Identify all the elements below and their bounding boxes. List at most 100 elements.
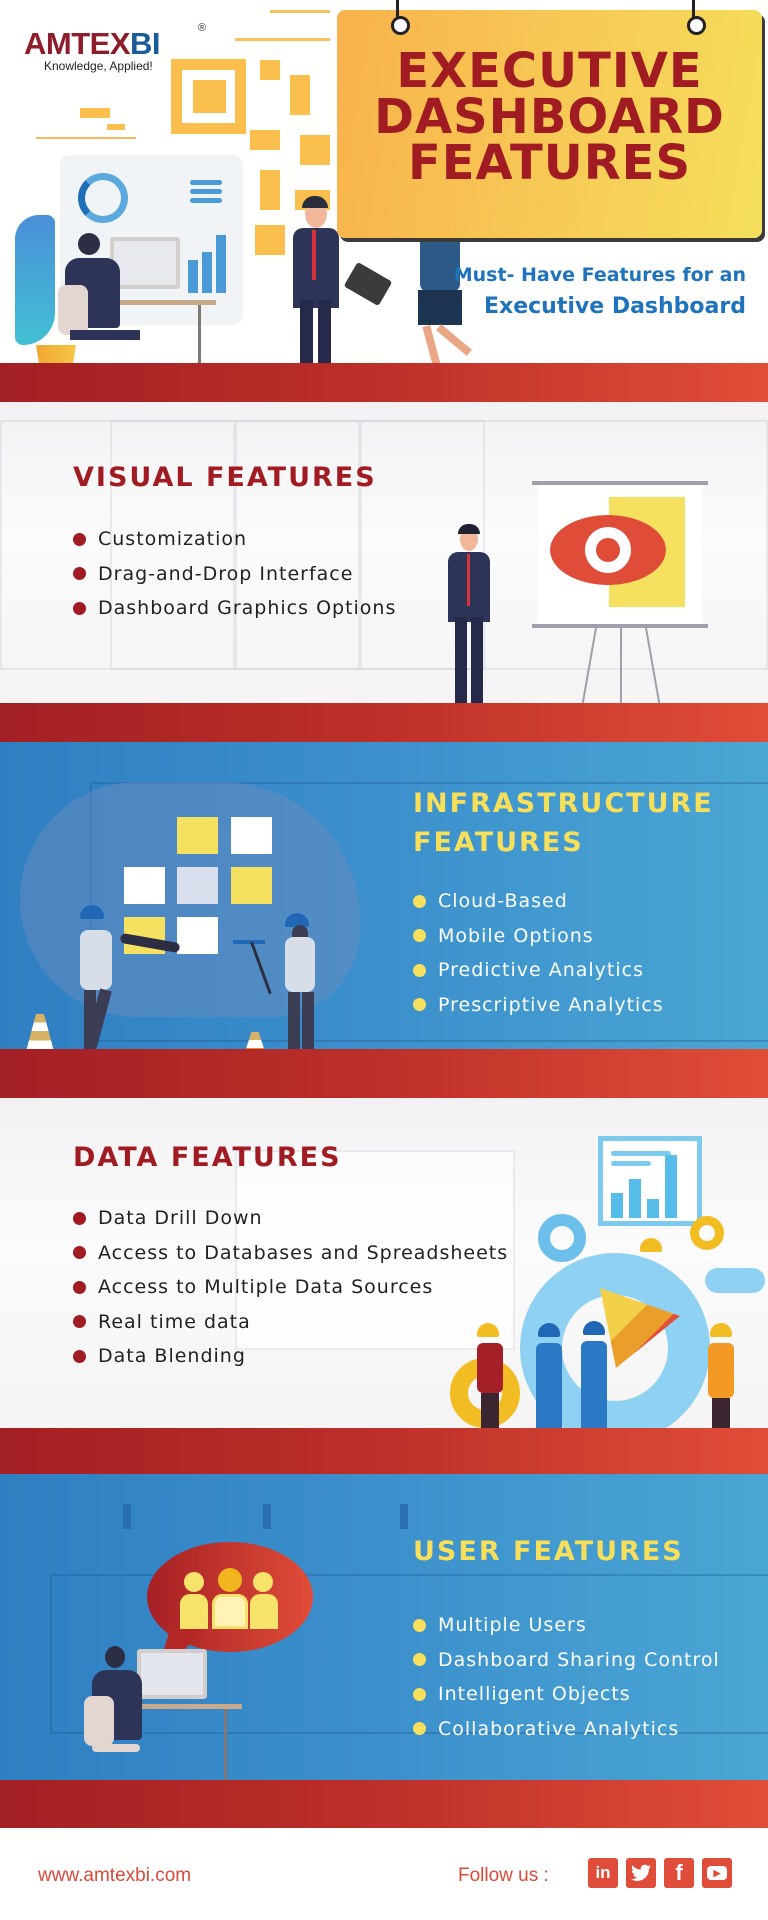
shirt <box>80 930 112 990</box>
follow-us-label: Follow us : <box>458 1865 549 1886</box>
chair-seat <box>92 1744 140 1752</box>
user-body <box>212 1594 248 1629</box>
list-item: Access to Databases and Spreadsheets <box>73 1236 508 1271</box>
cloud-icon <box>705 1268 765 1293</box>
hard-hat <box>640 1238 662 1252</box>
hard-hat <box>710 1323 732 1337</box>
pendant-lamp <box>400 1504 408 1529</box>
floor-stripe <box>0 1049 768 1098</box>
facebook-icon[interactable]: f <box>664 1858 694 1888</box>
logo-text-amtex: AMTEX <box>24 26 131 61</box>
decor-block <box>260 170 280 210</box>
decor-block <box>300 135 330 165</box>
list-item-label: Predictive Analytics <box>438 959 644 982</box>
amtexbi-logo[interactable]: AMTEXBI ® Knowledge, Applied! <box>24 22 206 73</box>
gear-icon <box>690 1216 724 1250</box>
briefcase-icon <box>343 261 393 307</box>
section-title: INFRASTRUCTURE FEATURES <box>413 784 714 862</box>
man-head <box>78 233 100 255</box>
main-title-line: EXECUTIVE <box>396 43 703 99</box>
main-title-line: DASHBOARD <box>374 89 725 145</box>
infrastructure-features-list: Cloud-Based Mobile Options Predictive An… <box>413 884 664 1022</box>
list-item-label: Access to Multiple Data Sources <box>98 1276 434 1299</box>
section-title: DATA FEATURES <box>73 1142 342 1173</box>
list-item: Collaborative Analytics <box>413 1712 720 1747</box>
bullet-dot <box>413 1653 426 1667</box>
leg <box>471 617 483 712</box>
decor-block <box>260 60 280 80</box>
list-item: Prescriptive Analytics <box>413 988 664 1023</box>
bar-chart-bar <box>188 260 198 293</box>
list-item-label: Dashboard Sharing Control <box>438 1648 720 1671</box>
website-link[interactable]: www.amtexbi.com <box>38 1865 191 1887</box>
bullet-dot <box>413 894 426 908</box>
man-legs <box>70 330 140 340</box>
pendant-lamp <box>123 1504 131 1529</box>
floor-stripe <box>0 703 768 742</box>
youtube-icon[interactable]: ▶ <box>702 1858 732 1888</box>
bullet-dot <box>73 1315 86 1329</box>
man-head <box>105 1646 125 1668</box>
list-item-label: Collaborative Analytics <box>438 1717 680 1740</box>
bar-chart-bar <box>216 235 226 293</box>
subtitle-line-1: Must- Have Features for an <box>453 264 746 286</box>
sign-hook <box>391 0 410 35</box>
decor-block <box>255 225 285 255</box>
bullet-dot <box>73 1349 86 1363</box>
sticky-note-white <box>231 817 272 854</box>
main-title: EXECUTIVE DASHBOARD FEATURES <box>337 43 762 187</box>
gear-icon <box>538 1214 586 1262</box>
visual-features-section: VISUAL FEATURES Customization Drag-and-D… <box>0 402 768 742</box>
list-item-label: Dashboard Graphics Options <box>98 597 397 620</box>
list-item: Intelligent Objects <box>413 1677 720 1712</box>
twitter-bird-glyph <box>631 1864 651 1881</box>
data-features-section: DATA FEATURES Data Drill Down Access to … <box>0 1098 768 1474</box>
chair-back <box>58 285 88 335</box>
decor-line <box>235 38 330 41</box>
decor-line <box>270 10 330 13</box>
qr-finder-center <box>193 80 226 113</box>
sticky-note-grey <box>177 867 218 904</box>
logo-tagline: Knowledge, Applied! <box>44 59 153 73</box>
linkedin-icon[interactable]: in <box>588 1858 618 1888</box>
chair-back <box>84 1696 114 1746</box>
twitter-icon[interactable] <box>626 1858 656 1888</box>
user-features-section: USER FEATURES Multiple Users Dashboard S… <box>0 1474 768 1828</box>
section-title: VISUAL FEATURES <box>73 462 377 493</box>
registered-mark: ® <box>198 22 207 34</box>
bullet-dot <box>73 532 86 546</box>
chart-bar <box>629 1179 641 1218</box>
list-item-label: Access to Databases and Spreadsheets <box>98 1241 509 1264</box>
list-item-label: Multiple Users <box>438 1614 587 1637</box>
bullet-dot <box>73 601 86 615</box>
leg <box>436 324 472 356</box>
section-title-line: FEATURES <box>413 827 584 858</box>
chart-bar <box>611 1193 623 1218</box>
list-item: Drag-and-Drop Interface <box>73 557 396 592</box>
list-item-label: Prescriptive Analytics <box>438 993 664 1016</box>
user-body <box>250 1594 278 1629</box>
data-features-list: Data Drill Down Access to Databases and … <box>73 1201 508 1374</box>
sticky-note-yellow <box>177 817 218 854</box>
user-head <box>184 1572 204 1592</box>
list-item: Predictive Analytics <box>413 953 664 988</box>
chart-bar <box>665 1155 677 1218</box>
title-signboard: EXECUTIVE DASHBOARD FEATURES <box>337 0 762 238</box>
bullet-dot <box>73 567 86 581</box>
decor-line <box>36 137 136 139</box>
easel-leg <box>620 628 622 714</box>
list-item-label: Intelligent Objects <box>438 1683 631 1706</box>
bullet-dot <box>413 1722 426 1736</box>
list-item: Customization <box>73 522 396 557</box>
floor-stripe <box>0 1428 768 1474</box>
tie <box>312 230 316 280</box>
bullet-dot <box>413 998 426 1012</box>
list-item: Dashboard Graphics Options <box>73 591 396 626</box>
worker-body <box>477 1343 503 1393</box>
list-item-label: Data Drill Down <box>98 1207 263 1230</box>
shirt <box>285 937 315 992</box>
tie <box>467 554 470 606</box>
computer-monitor <box>110 237 180 289</box>
skirt <box>418 290 462 325</box>
floor-stripe <box>0 363 768 402</box>
